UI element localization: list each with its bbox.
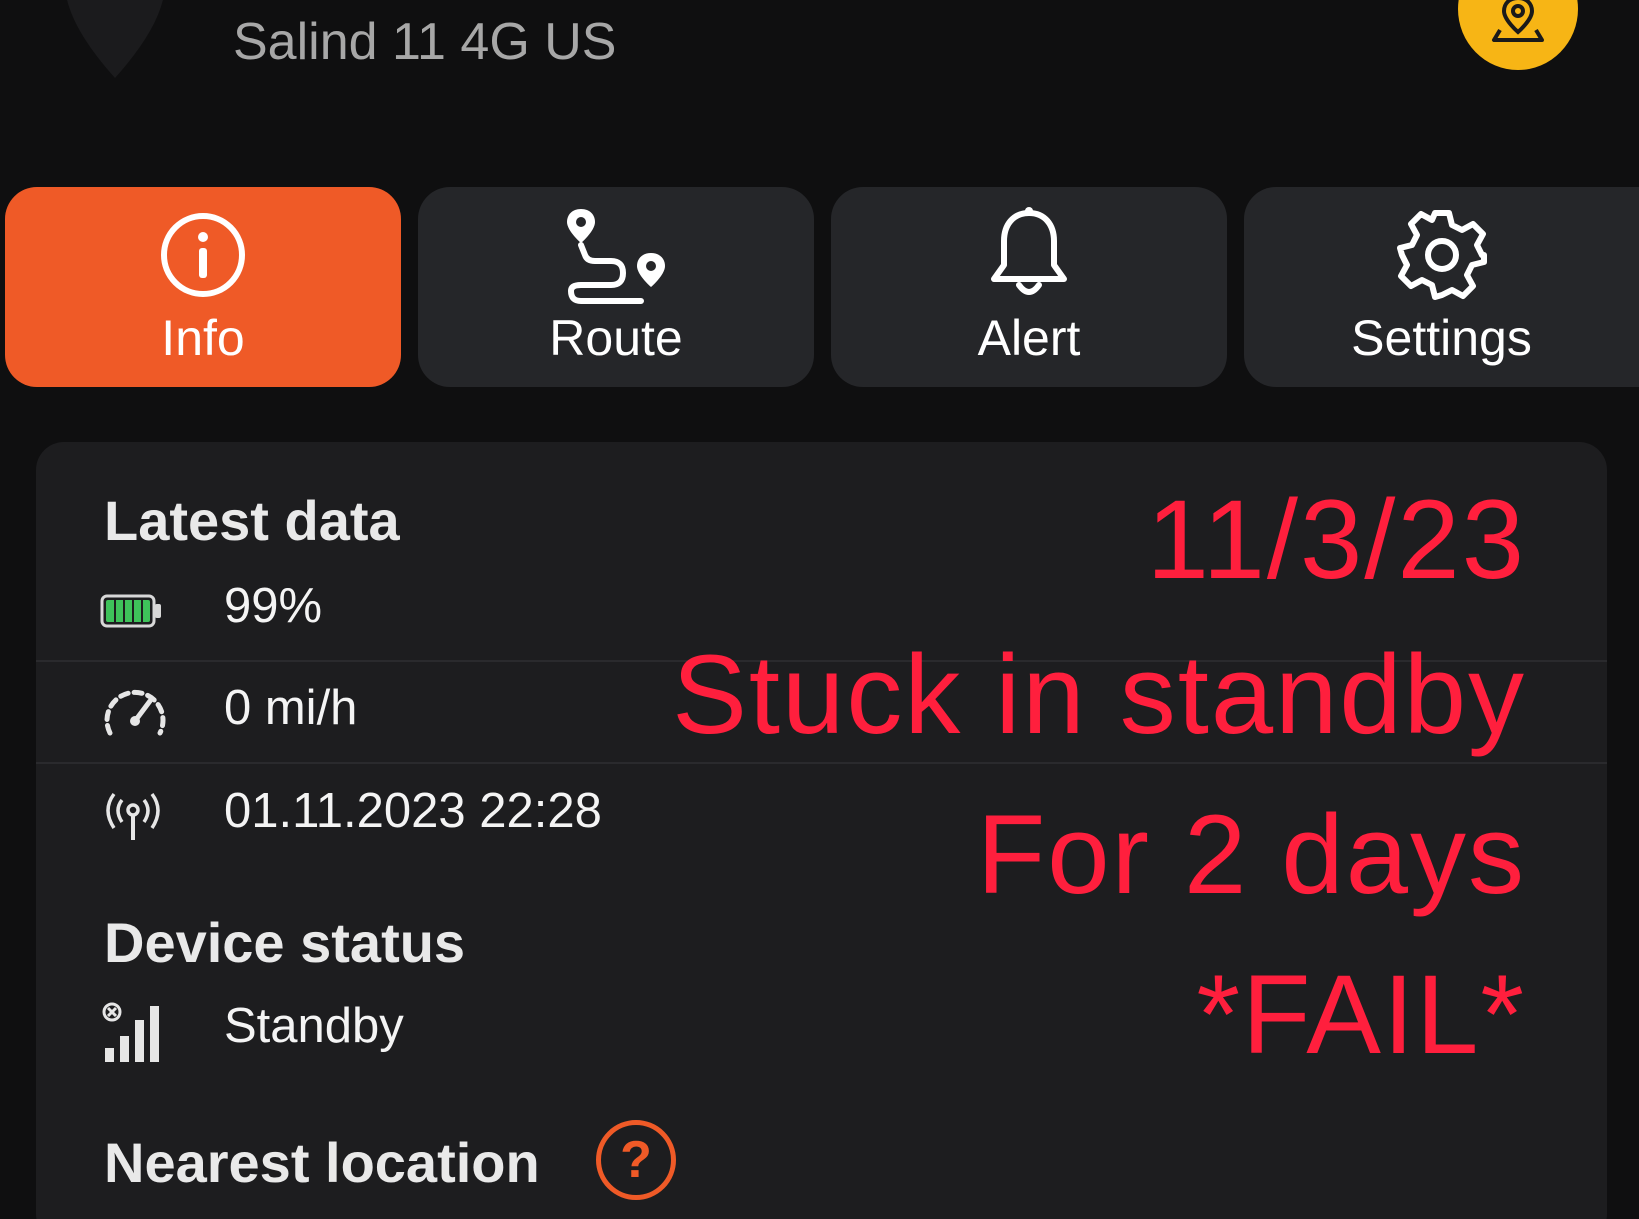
device-status-title: Device status (104, 911, 466, 974)
annotation-duration: For 2 days (976, 792, 1526, 917)
tab-alert-label: Alert (977, 310, 1081, 366)
tab-route[interactable]: Route (418, 187, 814, 387)
no-signal-icon (100, 1002, 164, 1062)
tab-info-label: Info (161, 310, 245, 366)
gear-icon (1396, 210, 1487, 300)
map-pin-icon (1492, 0, 1544, 42)
tab-route-label: Route (549, 310, 683, 366)
device-name: Salind 11 4G US (233, 13, 617, 71)
tab-settings[interactable]: Settings (1244, 187, 1639, 387)
map-location-button[interactable] (1458, 0, 1578, 70)
divider (36, 762, 1607, 764)
device-avatar-icon (55, 0, 175, 80)
tab-settings-label: Settings (1351, 310, 1532, 366)
antenna-icon (100, 792, 166, 842)
route-icon (567, 209, 665, 304)
device-status-value: Standby (224, 999, 404, 1053)
annotation-stuck: Stuck in standby (672, 632, 1526, 757)
battery-icon (100, 592, 164, 630)
help-icon[interactable]: ? (596, 1120, 676, 1200)
nearest-location-title: Nearest location (104, 1131, 540, 1194)
tab-info[interactable]: Info (5, 187, 401, 387)
latest-data-title: Latest data (104, 489, 400, 552)
bell-icon (991, 207, 1067, 295)
battery-value: 99% (224, 579, 323, 633)
info-icon (161, 213, 245, 297)
speed-value: 0 mi/h (224, 681, 358, 735)
annotation-date: 11/3/23 (1146, 477, 1526, 602)
last-signal-value: 01.11.2023 22:28 (224, 784, 602, 838)
annotation-fail: *FAIL* (1196, 952, 1526, 1077)
speedometer-icon (100, 683, 170, 739)
tab-alert[interactable]: Alert (831, 187, 1227, 387)
